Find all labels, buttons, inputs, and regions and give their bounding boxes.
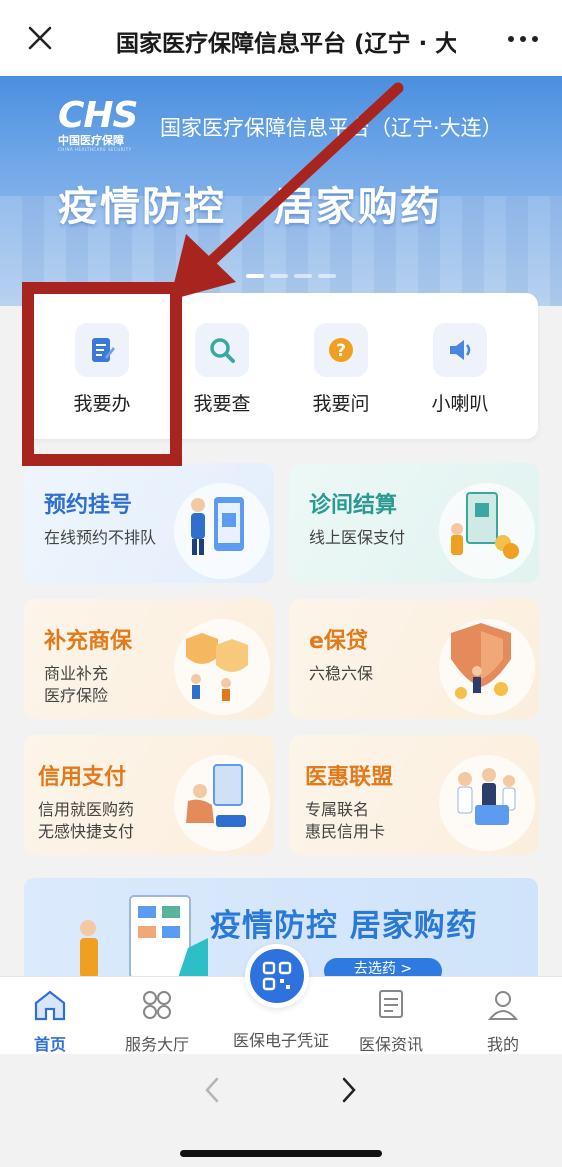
tab-home[interactable]: 首页 (0, 987, 100, 1055)
home-indicator (180, 1150, 382, 1157)
credit-pay-illustration (186, 764, 246, 827)
carousel-dot (294, 274, 312, 278)
service-subtitle: 专属联名 惠民信用卡 (305, 800, 386, 841)
tab-e-voucher[interactable] (245, 944, 309, 1008)
tab-label: 我的 (486, 1035, 519, 1054)
home-icon (34, 990, 66, 1021)
grid-icon (143, 991, 171, 1019)
banner-org-name: 国家医疗保障信息平台（辽宁·大连） (160, 116, 503, 140)
page-title: 国家医疗保障信息平台 (辽宁 · 大 (116, 31, 456, 57)
service-title: e保贷 (309, 629, 368, 654)
alliance-illustration (457, 768, 516, 825)
carousel-indicator (246, 274, 336, 278)
promo-title: 疫情防控 居家购药 (210, 908, 478, 944)
news-icon (379, 990, 403, 1018)
service-card-alliance[interactable]: 医惠联盟 专属联名 惠民信用卡 (289, 735, 539, 855)
carousel-dot (270, 274, 288, 278)
banner-slogan: 疫情防控 居家购药 (58, 184, 442, 230)
hero-banner[interactable]: CHS 中国医疗保障 CHINA HEALTHCARE SECURITY 国家医… (0, 76, 562, 306)
svg-text:?: ? (336, 341, 346, 361)
top-nav-bar: 国家医疗保障信息平台 (辽宁 · 大 (0, 0, 562, 76)
close-icon[interactable] (26, 24, 54, 52)
service-card-appointment[interactable]: 预约挂号 在线预约不排队 (24, 463, 274, 583)
service-subtitle: 六稳六保 (309, 664, 374, 683)
quick-item-query[interactable]: 我要查 (167, 323, 277, 416)
speaker-icon (433, 323, 487, 377)
service-card-credit-pay[interactable]: 信用支付 信用就医购药 无感快捷支付 (24, 735, 274, 855)
carousel-dot (246, 274, 264, 278)
eloan-illustration (451, 623, 511, 699)
tab-news[interactable]: 医保资讯 (341, 987, 441, 1055)
appointment-illustration (191, 497, 244, 555)
quick-item-label: 小喇叭 (431, 393, 489, 415)
service-title: 预约挂号 (44, 493, 133, 518)
qr-code-icon (262, 961, 292, 991)
service-subtitle: 信用就医购药 无感快捷支付 (38, 800, 135, 841)
service-card-settlement[interactable]: 诊间结算 线上医保支付 (289, 463, 539, 583)
service-subtitle: 商业补充 医疗保险 (44, 664, 109, 705)
tab-label: 医保资讯 (358, 1035, 423, 1054)
user-icon (487, 991, 519, 1020)
carousel-dot (318, 274, 336, 278)
quick-item-label: 我要问 (312, 393, 370, 415)
tab-label: 首页 (33, 1035, 66, 1054)
service-card-insurance[interactable]: 补充商保 商业补充 医疗保险 (24, 599, 274, 719)
chs-logo: CHS 中国医疗保障 CHINA HEALTHCARE SECURITY (58, 95, 138, 153)
quick-item-broadcast[interactable]: 小喇叭 (405, 323, 515, 416)
chevron-left-icon[interactable] (200, 1076, 224, 1104)
annotation-highlight-box (22, 282, 182, 466)
quick-item-label: 我要查 (193, 393, 251, 415)
tab-mine[interactable]: 我的 (453, 987, 553, 1055)
service-title: 信用支付 (38, 765, 127, 790)
search-icon (195, 323, 249, 377)
service-title: 补充商保 (44, 629, 133, 654)
service-title: 诊间结算 (309, 493, 398, 518)
tab-label: 服务大厅 (124, 1035, 189, 1054)
more-icon[interactable] (508, 36, 538, 42)
promo-illustration (80, 895, 208, 976)
service-subtitle: 线上医保支付 (309, 528, 406, 547)
tab-service-hall[interactable]: 服务大厅 (107, 987, 207, 1055)
tab-label: 医保电子凭证 (232, 1031, 329, 1050)
settlement-illustration (451, 492, 519, 559)
insurance-illustration (186, 633, 248, 701)
question-icon: ? (314, 323, 368, 377)
browser-nav-bar (0, 1054, 562, 1167)
service-title: 医惠联盟 (305, 765, 394, 790)
service-subtitle: 在线预约不排队 (44, 528, 157, 547)
select-medicine-button[interactable]: 去选药 > (324, 958, 442, 976)
quick-item-ask[interactable]: ? 我要问 (286, 323, 396, 416)
chevron-right-icon[interactable] (337, 1076, 361, 1104)
service-card-eloan[interactable]: e保贷 六稳六保 (289, 599, 539, 719)
